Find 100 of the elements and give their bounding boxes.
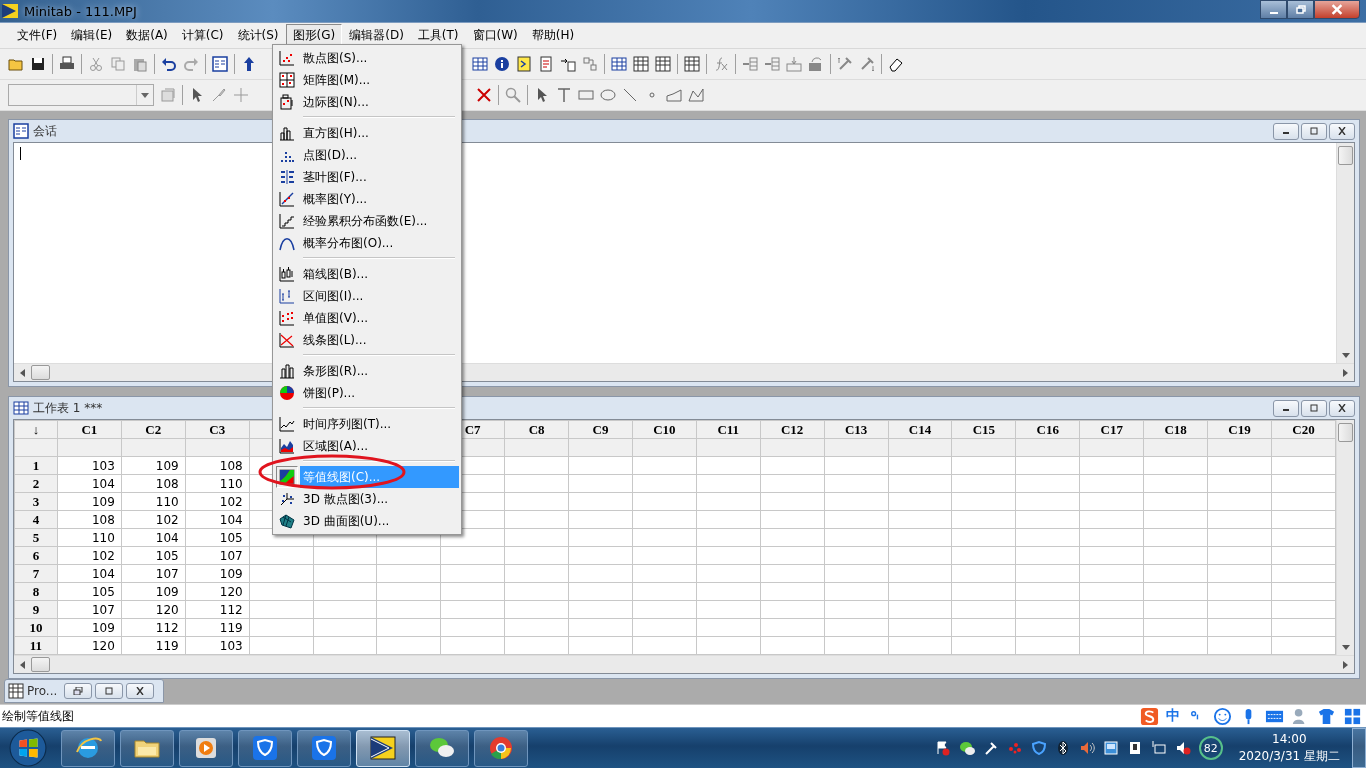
insert-columns-icon[interactable]	[786, 56, 802, 72]
vertical-scrollbar[interactable]	[1336, 143, 1354, 364]
scroll-down-icon[interactable]	[1341, 645, 1350, 651]
column-header[interactable]: C17	[1079, 420, 1144, 439]
menu-item[interactable]: 工具(T)	[410, 24, 466, 47]
menu-item[interactable]: 计算(C)	[174, 24, 231, 47]
scrollbar-thumb[interactable]	[1338, 423, 1353, 443]
column-header[interactable]: C2	[121, 420, 186, 439]
taskbar-button[interactable]	[120, 729, 174, 767]
minimize-button[interactable]	[1273, 122, 1299, 140]
menu-item[interactable]: 区间图(I)...	[275, 285, 459, 307]
scrollbar-thumb[interactable]	[31, 365, 50, 381]
scroll-left-icon[interactable]	[20, 660, 25, 669]
column-header[interactable]: C18	[1143, 420, 1208, 439]
scroll-down-icon[interactable]	[1341, 353, 1350, 359]
worksheet-icon[interactable]	[472, 56, 488, 72]
scroll-right-icon[interactable]	[1343, 660, 1348, 669]
close-button[interactable]	[1329, 399, 1355, 417]
polygon-icon[interactable]	[666, 87, 682, 103]
function-icon[interactable]	[713, 56, 729, 72]
scrollbar-thumb[interactable]	[31, 657, 50, 673]
brush-icon[interactable]	[211, 87, 227, 103]
insert-rows-icon[interactable]	[742, 56, 758, 72]
dropdown-field[interactable]	[8, 84, 154, 106]
dots-cluster-icon[interactable]	[1006, 740, 1023, 756]
layout-icon[interactable]	[582, 56, 598, 72]
plug-up-icon[interactable]	[837, 56, 853, 72]
column-header[interactable]: C20	[1271, 420, 1336, 439]
column-header[interactable]: C16	[1015, 420, 1080, 439]
undo-icon[interactable]	[161, 56, 177, 72]
column-header[interactable]: C10	[632, 420, 697, 439]
column-header[interactable]: C3	[185, 420, 250, 439]
menu-item[interactable]: 茎叶图(F)...	[275, 166, 459, 188]
taskbar-button[interactable]	[415, 729, 469, 767]
insert-rows-icon[interactable]	[764, 56, 780, 72]
scrollbar-thumb[interactable]	[1338, 146, 1353, 165]
menu-item[interactable]: 编辑器(D)	[342, 24, 411, 47]
grid-icon[interactable]	[611, 56, 627, 72]
delete-icon[interactable]	[476, 87, 492, 103]
smiley-icon[interactable]	[1213, 706, 1232, 726]
taskbar-button[interactable]	[61, 729, 115, 767]
image-icon[interactable]	[1102, 740, 1119, 756]
column-header[interactable]: C8	[504, 420, 569, 439]
column-header[interactable]: C13	[824, 420, 889, 439]
column-header[interactable]: C9	[568, 420, 633, 439]
menu-item[interactable]: 散点图(S)...	[275, 47, 459, 69]
restore-button[interactable]	[64, 683, 93, 700]
menu-item[interactable]: 单值图(V)...	[275, 307, 459, 329]
monitor-icon[interactable]	[1150, 740, 1167, 756]
polyline-icon[interactable]	[688, 87, 704, 103]
eraser-icon[interactable]	[888, 56, 904, 72]
sogou-logo-icon[interactable]	[1140, 706, 1159, 726]
muted-speaker-icon[interactable]	[1174, 740, 1191, 756]
shield-icon[interactable]	[1030, 740, 1047, 756]
column-header[interactable]: C15	[951, 420, 1016, 439]
horizontal-scrollbar[interactable]	[14, 655, 1354, 674]
menu-item[interactable]: 3D 曲面图(U)...	[275, 510, 459, 532]
close-button[interactable]	[126, 683, 155, 700]
taskbar-button[interactable]	[297, 729, 351, 767]
scroll-left-icon[interactable]	[20, 368, 25, 377]
speaker-icon[interactable]	[1078, 740, 1095, 756]
paste-icon[interactable]	[132, 56, 148, 72]
taskbar-button[interactable]	[474, 729, 528, 767]
menu-item[interactable]: 文件(F)	[10, 24, 65, 47]
menu-item[interactable]: 饼图(P)...	[275, 382, 459, 404]
column-header[interactable]: C12	[760, 420, 825, 439]
menu-item[interactable]: 经验累积分布函数(E)...	[275, 210, 459, 232]
up-arrow-icon[interactable]	[241, 56, 257, 72]
menu-item[interactable]: 概率图(Y)...	[275, 188, 459, 210]
maximize-button[interactable]	[1287, 0, 1314, 19]
column-header[interactable]: C19	[1207, 420, 1272, 439]
battery-indicator[interactable]: 82	[1198, 736, 1223, 760]
menu-item[interactable]: 边际图(N)...	[275, 91, 459, 113]
menu-item[interactable]: 数据(A)	[119, 24, 175, 47]
notepad-icon[interactable]	[516, 56, 532, 72]
printer-icon[interactable]	[59, 56, 75, 72]
menu-item[interactable]: 直方图(H)...	[275, 122, 459, 144]
menu-item[interactable]: 帮助(H)	[524, 24, 582, 47]
tiles-icon[interactable]	[1343, 706, 1362, 726]
column-header[interactable]: C11	[696, 420, 761, 439]
grid-icon[interactable]	[684, 56, 700, 72]
column-header[interactable]: ↓	[14, 420, 58, 439]
column-header[interactable]: C14	[888, 420, 952, 439]
close-button[interactable]	[1314, 0, 1360, 19]
move-columns-icon[interactable]	[808, 56, 824, 72]
minimized-window[interactable]: Pro...	[4, 679, 164, 703]
menu-item[interactable]: 统计(S)	[230, 24, 286, 47]
taskbar-button[interactable]	[179, 729, 233, 767]
info-icon[interactable]	[494, 56, 510, 72]
chat-bubbles-icon[interactable]	[958, 740, 975, 756]
scissors-icon[interactable]	[88, 56, 104, 72]
column-header[interactable]: C1	[57, 420, 122, 439]
menu-item[interactable]: 概率分布图(O)...	[275, 232, 459, 254]
scroll-right-icon[interactable]	[1343, 368, 1348, 377]
close-button[interactable]	[1329, 122, 1355, 140]
menu-item[interactable]: 点图(D)...	[275, 144, 459, 166]
taskbar-button[interactable]	[238, 729, 292, 767]
menu-item[interactable]: 窗口(W)	[465, 24, 525, 47]
plug-down-icon[interactable]	[859, 56, 875, 72]
table-icon[interactable]	[633, 56, 649, 72]
